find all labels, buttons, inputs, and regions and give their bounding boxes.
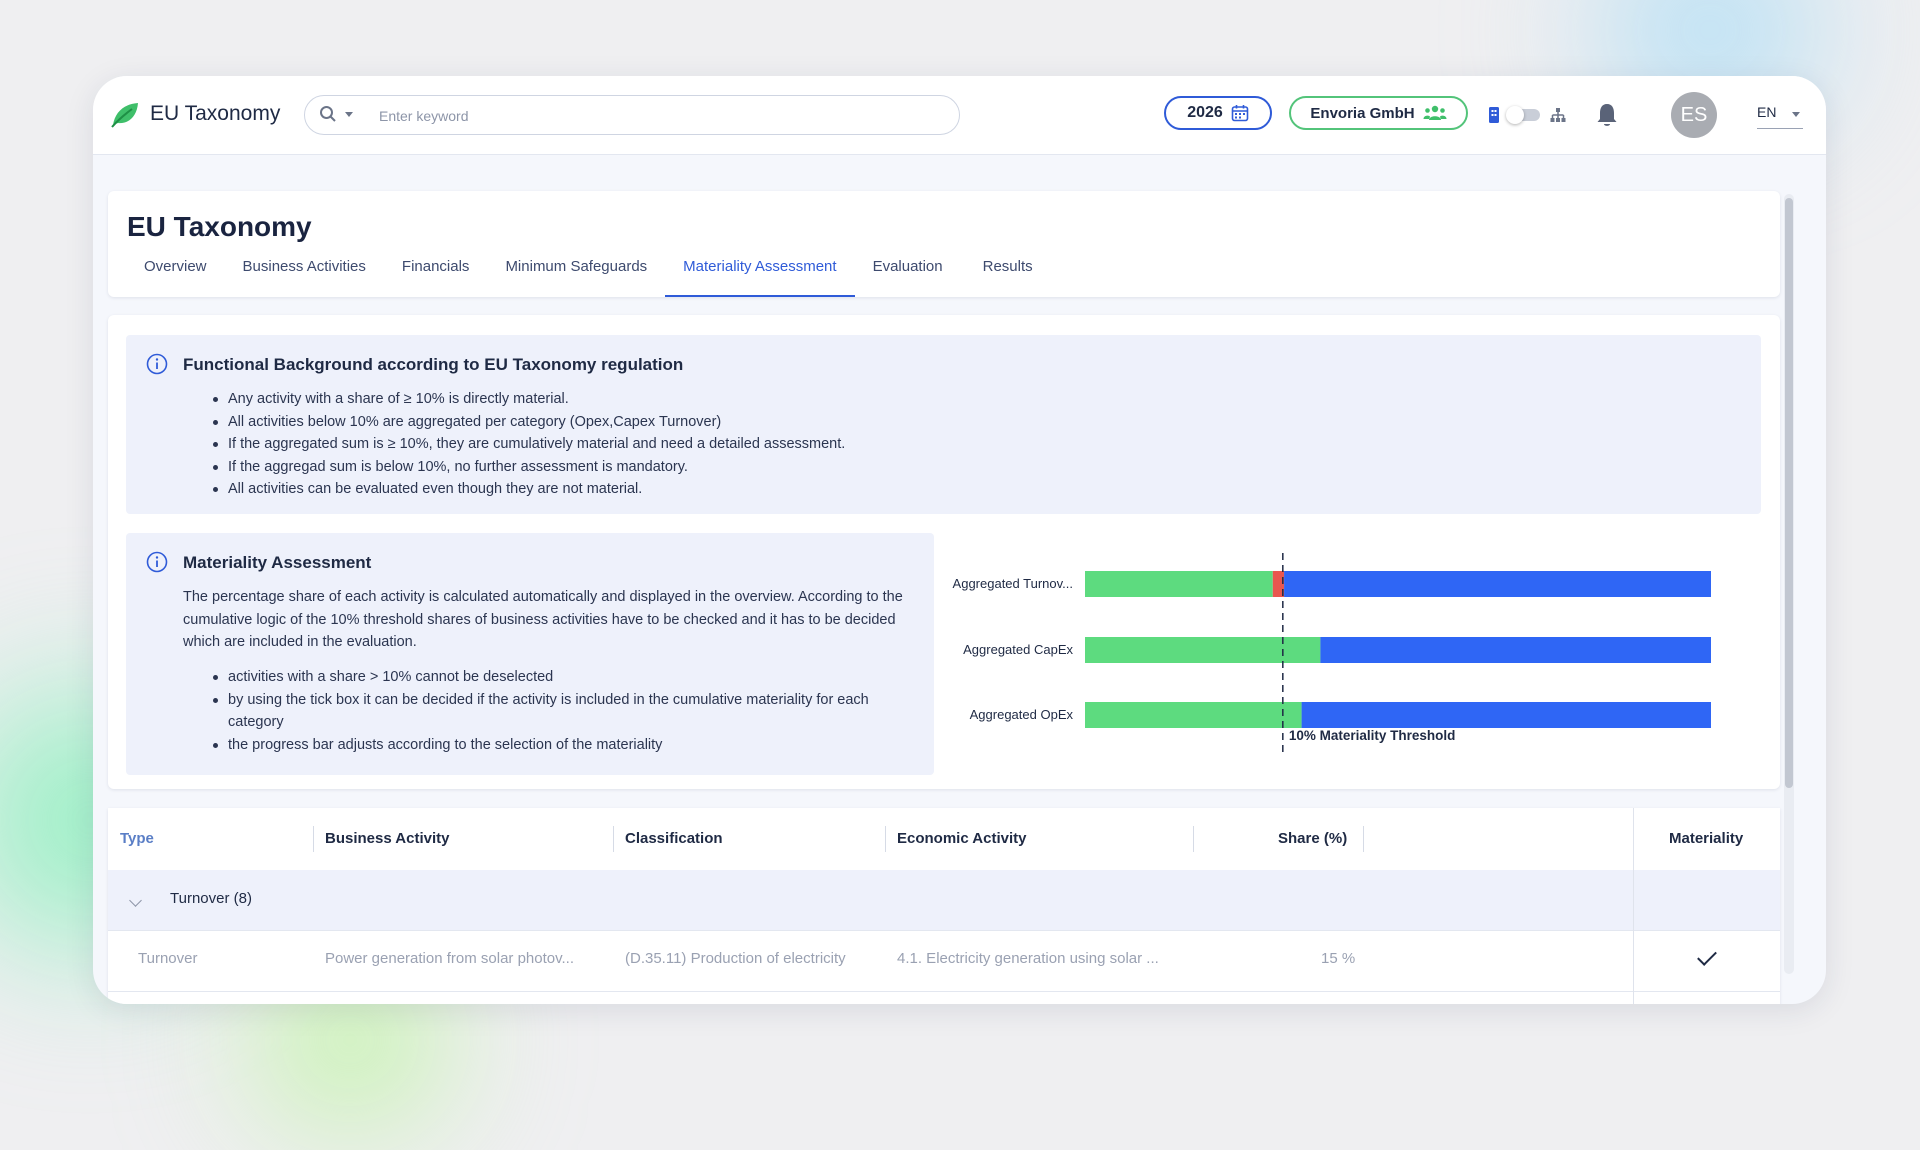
scrollbar-thumb[interactable] bbox=[1785, 198, 1793, 788]
functional-background-list: Any activity with a share of ≥ 10% is di… bbox=[212, 388, 845, 501]
table-group-row[interactable]: Turnover (8) bbox=[108, 870, 1780, 930]
language-selector[interactable]: EN bbox=[1757, 104, 1803, 129]
list-item: the progress bar adjusts according to th… bbox=[213, 734, 918, 757]
search-filter-chevron-down-icon[interactable] bbox=[345, 112, 353, 117]
search-box[interactable] bbox=[304, 95, 960, 135]
list-item: by using the tick box it can be decided … bbox=[213, 689, 918, 734]
user-avatar[interactable]: ES bbox=[1671, 92, 1717, 138]
cell-classification: (D.35.11) Production of electricity bbox=[625, 950, 846, 967]
building-icon bbox=[1489, 107, 1499, 123]
functional-background-title: Functional Background according to EU Ta… bbox=[183, 355, 684, 374]
functional-background-box: Functional Background according to EU Ta… bbox=[126, 335, 1761, 514]
tab-bar: Overview Business Activities Financials … bbox=[126, 257, 1051, 297]
calendar-icon bbox=[1231, 105, 1249, 122]
materiality-assessment-title: Materiality Assessment bbox=[183, 553, 372, 572]
company-label: Envoria GmbH bbox=[1310, 104, 1415, 122]
year-label: 2026 bbox=[1187, 104, 1223, 121]
notification-bell-icon[interactable] bbox=[1595, 102, 1619, 128]
materiality-assessment-box: Materiality Assessment The percentage sh… bbox=[126, 533, 934, 775]
column-divider bbox=[1363, 826, 1364, 852]
materiality-card: Functional Background according to EU Ta… bbox=[108, 315, 1780, 789]
info-icon bbox=[146, 353, 168, 375]
materiality-assessment-list: activities with a share > 10% cannot be … bbox=[213, 666, 918, 757]
bar-segment bbox=[1085, 571, 1273, 597]
materiality-assessment-description: The percentage share of each activity is… bbox=[183, 589, 903, 651]
tab-minimum-safeguards[interactable]: Minimum Safeguards bbox=[487, 257, 665, 297]
column-divider bbox=[313, 826, 314, 852]
group-label: Turnover (8) bbox=[170, 890, 252, 907]
list-item: Any activity with a share of ≥ 10% is di… bbox=[212, 388, 845, 411]
column-header-materiality[interactable]: Materiality bbox=[1669, 808, 1743, 870]
bar-segment bbox=[1320, 637, 1711, 663]
column-header-economic-activity[interactable]: Economic Activity bbox=[897, 808, 1026, 870]
org-hierarchy-icon bbox=[1550, 108, 1566, 122]
tab-overview[interactable]: Overview bbox=[126, 257, 225, 297]
list-item: activities with a share > 10% cannot be … bbox=[213, 666, 918, 689]
leaf-logo-icon bbox=[111, 103, 138, 128]
page-title: EU Taxonomy bbox=[127, 211, 312, 242]
chevron-down-icon[interactable] bbox=[129, 894, 142, 907]
toggle-knob[interactable] bbox=[1506, 106, 1524, 124]
column-header-business-activity[interactable]: Business Activity bbox=[325, 808, 450, 870]
page-header-card: EU Taxonomy Overview Business Activities… bbox=[108, 191, 1780, 297]
column-header-type[interactable]: Type bbox=[120, 808, 154, 870]
bar-segment bbox=[1085, 637, 1321, 663]
activities-table: Type Business Activity Classification Ec… bbox=[108, 808, 1780, 1004]
tab-business-activities[interactable]: Business Activities bbox=[225, 257, 384, 297]
view-mode-toggle[interactable] bbox=[1488, 104, 1568, 126]
bar-segment bbox=[1085, 702, 1302, 728]
table-row[interactable]: Turnover Power generation from solar pho… bbox=[108, 930, 1780, 992]
materiality-progress-chart: Aggregated Turnov... Aggregated CapEx Ag… bbox=[943, 533, 1763, 773]
language-chevron-down-icon[interactable] bbox=[1792, 112, 1800, 117]
app-title: EU Taxonomy bbox=[150, 102, 281, 125]
vertical-scrollbar[interactable] bbox=[1784, 194, 1794, 974]
cell-type: Turnover bbox=[138, 950, 198, 967]
threshold-label: 10% Materiality Threshold bbox=[1288, 728, 1456, 743]
search-icon[interactable] bbox=[319, 105, 337, 123]
language-label: EN bbox=[1757, 104, 1777, 120]
year-selector-button[interactable]: 2026 bbox=[1164, 96, 1272, 130]
column-divider bbox=[613, 826, 614, 852]
list-item: All activities can be evaluated even tho… bbox=[212, 478, 845, 501]
cell-economic-activity: 4.1. Electricity generation using solar … bbox=[897, 950, 1159, 967]
column-divider bbox=[885, 826, 886, 852]
column-divider bbox=[1193, 826, 1194, 852]
app-window: EU Taxonomy 2026 Envoria GmbH bbox=[93, 76, 1826, 1004]
list-item: If the aggregad sum is below 10%, no fur… bbox=[212, 456, 845, 479]
column-header-classification[interactable]: Classification bbox=[625, 808, 723, 870]
search-input[interactable] bbox=[377, 103, 941, 129]
tab-evaluation[interactable]: Evaluation bbox=[855, 257, 965, 297]
cell-business-activity: Power generation from solar photov... bbox=[325, 950, 575, 967]
chart-category-label: Aggregated CapEx bbox=[963, 642, 1073, 657]
users-group-icon bbox=[1423, 105, 1447, 120]
cell-share: 15 % bbox=[1321, 950, 1356, 967]
bar-segment bbox=[1301, 702, 1711, 728]
tab-materiality-assessment[interactable]: Materiality Assessment bbox=[665, 257, 855, 297]
chart-category-label: Aggregated OpEx bbox=[969, 707, 1073, 722]
list-item: If the aggregated sum is ≥ 10%, they are… bbox=[212, 433, 845, 456]
column-header-share[interactable]: Share (%) bbox=[1278, 808, 1347, 870]
tab-financials[interactable]: Financials bbox=[384, 257, 488, 297]
tab-results[interactable]: Results bbox=[965, 257, 1051, 297]
materiality-column: Materiality bbox=[1633, 808, 1780, 1004]
chart-category-label: Aggregated Turnov... bbox=[952, 576, 1073, 591]
list-item: All activities below 10% are aggregated … bbox=[212, 411, 845, 434]
company-selector-button[interactable]: Envoria GmbH bbox=[1289, 96, 1468, 130]
info-icon bbox=[146, 551, 168, 573]
bar-segment bbox=[1284, 571, 1711, 597]
top-bar: EU Taxonomy 2026 Envoria GmbH bbox=[93, 76, 1826, 155]
